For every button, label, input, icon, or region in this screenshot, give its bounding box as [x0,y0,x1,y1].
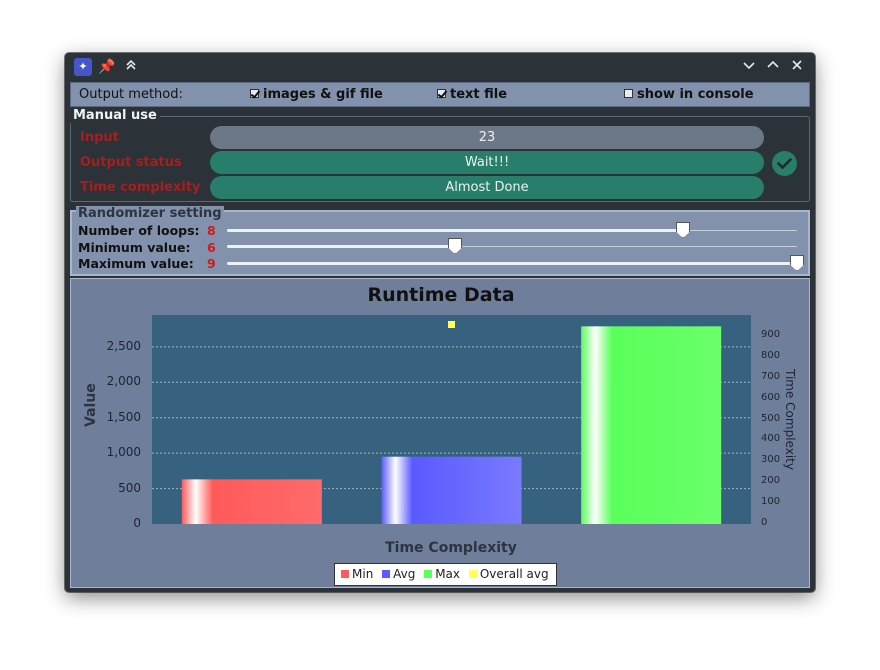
chart-legend: Min Avg Max Overall avg [334,563,557,586]
legend-swatch [468,570,477,578]
output-method-label: Output method: [79,87,183,102]
slider-fill [227,262,797,265]
slider-fill [227,229,683,232]
app-window: ✦ 📌 Output method: images & gif file tex… [65,53,815,592]
chart-title: Runtime Data [367,284,515,306]
min-value-label: Minimum value: [78,240,191,255]
max-value: 9 [207,256,216,271]
app-icon: ✦ [74,58,92,76]
y-tick-label: 0 [133,516,141,530]
checkbox-label: text file [450,87,508,102]
input-label: Input [80,130,119,145]
max-value-slider[interactable] [227,255,804,271]
y2-tick-label: 300 [761,454,781,466]
checkbox-label: show in console [637,87,754,102]
show-console-checkbox[interactable]: show in console [624,87,754,102]
overall-avg-point [448,321,455,328]
y2-tick-label: 800 [761,349,781,361]
loops-label: Number of loops: [78,223,200,238]
output-status-label: Output status [80,155,182,170]
bar-chart-svg [152,321,751,524]
y-tick-label: 500 [118,480,141,495]
checkbox-unchecked-icon[interactable] [624,89,633,98]
titlebar[interactable]: ✦ 📌 [65,53,815,81]
minimize-icon[interactable] [740,58,758,76]
plot-area [152,315,751,524]
loops-value: 8 [207,223,216,238]
min-value: 6 [207,240,216,255]
y2-tick-label: 900 [761,328,781,340]
legend-label: Max [435,567,460,581]
time-complexity-label: Time complexity [80,180,201,195]
close-icon[interactable] [788,58,806,76]
checkbox-checked-icon[interactable] [437,89,446,98]
chart-panel: Runtime Data 0 500 1,000 1,500 2,000 2,500 01… [70,278,810,588]
legend-item-avg: Avg [380,567,415,581]
randomizer-title: Randomizer setting [76,206,224,221]
time-complexity-value: Almost Done [210,176,764,199]
legend-swatch [382,570,391,578]
legend-item-overall-avg: Overall avg [467,567,549,581]
checkbox-checked-icon[interactable] [250,89,259,98]
output-status-value: Wait!!! [210,151,764,174]
bar-avg [381,456,522,524]
legend-item-min: Min [339,567,373,581]
slider-fill [227,245,455,248]
legend-swatch [341,570,349,578]
legend-label: Avg [393,567,416,581]
y2-tick-label: 0 [761,517,768,528]
legend-item-max: Max [422,567,460,581]
legend-label: Min [352,567,374,581]
min-value-slider[interactable] [227,238,797,254]
y-tick-label: 2,500 [106,338,141,353]
maximize-icon[interactable] [764,58,782,76]
text-file-checkbox[interactable]: text file [437,87,507,102]
max-value-label: Maximum value: [78,256,194,271]
y2-tick-label: 700 [761,370,781,382]
y2-tick-label: 600 [761,391,781,403]
output-method-panel: Output method: images & gif file text fi… [70,82,810,107]
check-circle-icon [772,151,797,176]
y2-tick-label: 200 [761,475,781,487]
y2-tick-label: 500 [761,412,781,424]
input-field[interactable]: 23 [210,126,764,149]
images-gif-checkbox[interactable]: images & gif file [250,87,383,102]
y-axis-label: Value [83,383,99,427]
manual-use-title: Manual use [70,108,160,123]
keep-above-icon[interactable] [122,58,140,76]
bar-min [181,479,322,524]
legend-swatch [424,570,433,578]
legend-label: Overall avg [479,567,549,581]
bar-max [581,326,722,524]
y2-tick-label: 400 [761,433,781,445]
secondary-y-axis-label: Time Complexity [783,369,797,470]
pin-icon[interactable]: 📌 [98,58,116,76]
checkbox-label: images & gif file [263,87,383,102]
x-axis-label: Time Complexity [385,540,517,556]
y-tick-label: 1,000 [106,445,141,460]
y2-tick-label: 100 [761,496,781,508]
loops-slider[interactable] [227,222,797,238]
